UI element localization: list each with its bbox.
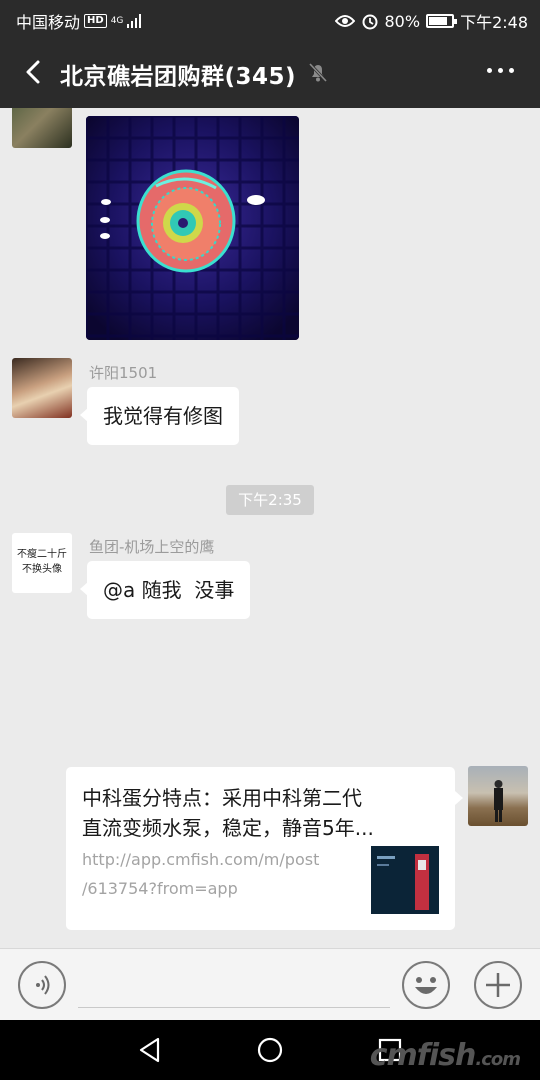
alarm-icon (362, 14, 377, 30)
thumbnail-image (371, 846, 439, 914)
link-url-line: http://app.cmfish.com/m/post (82, 850, 320, 869)
more-options-button[interactable] (487, 68, 514, 73)
nav-back-icon[interactable] (134, 1034, 166, 1066)
link-url-line: /613754?from=app (82, 879, 238, 898)
sender-name: 许阳1501 (89, 364, 158, 382)
watermark: cmfish.com (369, 1038, 521, 1073)
link-thumbnail (371, 846, 439, 914)
avatar-text: 不换头像 (22, 564, 62, 575)
plus-button[interactable] (474, 961, 522, 1009)
link-title-line: 直流变频水泵，稳定，静音5年... (82, 816, 374, 840)
mute-bell-icon (308, 62, 328, 83)
watermark-suffix: .com (475, 1049, 521, 1070)
avatar-photo (494, 780, 503, 822)
coral-photo (86, 116, 299, 340)
emoji-button[interactable] (402, 961, 450, 1009)
signal-icon (127, 14, 142, 28)
message-bubble[interactable]: @a 随我 没事 (79, 561, 251, 619)
status-bar: 中国移动 HD 4G 80% 下午2:48 (0, 0, 540, 38)
avatar[interactable] (468, 766, 528, 826)
avatar[interactable]: 不瘦二十斤 不换头像 (12, 533, 72, 593)
link-url: http://app.cmfish.com/m/post /613754?fro… (82, 845, 319, 903)
avatar-text: 不瘦二十斤 (17, 549, 67, 560)
back-arrow-icon[interactable] (18, 56, 50, 88)
status-time: 下午2:48 (460, 13, 528, 32)
nav-home-icon[interactable] (254, 1034, 286, 1066)
time-divider: 下午2:35 (226, 485, 314, 515)
avatar[interactable] (12, 108, 72, 148)
plus-icon (486, 973, 510, 997)
message-bubble[interactable]: 我觉得有修图 (80, 387, 239, 445)
chat-title[interactable]: 北京礁岩团购群(345) (60, 57, 296, 91)
eye-icon (334, 15, 355, 27)
message-image[interactable] (86, 116, 299, 340)
chat-header: 北京礁岩团购群(345) (0, 38, 540, 108)
chat-messages[interactable]: 许阳1501 我觉得有修图 下午2:35 不瘦二十斤 不换头像 鱼团-机场上空的… (0, 108, 540, 948)
hd-badge: HD (84, 14, 107, 28)
emoji-icon (415, 977, 437, 994)
link-title: 中科蛋分特点：采用中科第二代 直流变频水泵，稳定，静音5年... (82, 783, 432, 843)
battery-percent: 80% (384, 11, 421, 31)
carrier-label: 中国移动 (16, 13, 81, 32)
battery-icon (426, 14, 458, 28)
link-title-line: 中科蛋分特点：采用中科第二代 (82, 786, 362, 810)
link-card[interactable]: 中科蛋分特点：采用中科第二代 直流变频水泵，稳定，静音5年... http://… (66, 767, 463, 930)
avatar[interactable] (12, 358, 72, 418)
voice-button[interactable] (18, 961, 66, 1009)
message-input[interactable] (78, 1007, 390, 1008)
watermark-main: cmfish (369, 1038, 477, 1073)
network-label: 4G (110, 15, 124, 26)
voice-icon (36, 975, 50, 995)
system-nav-bar: cmfish.com (0, 1020, 540, 1080)
input-bar (0, 948, 540, 1020)
sender-name: 鱼团-机场上空的鹰 (89, 538, 215, 556)
